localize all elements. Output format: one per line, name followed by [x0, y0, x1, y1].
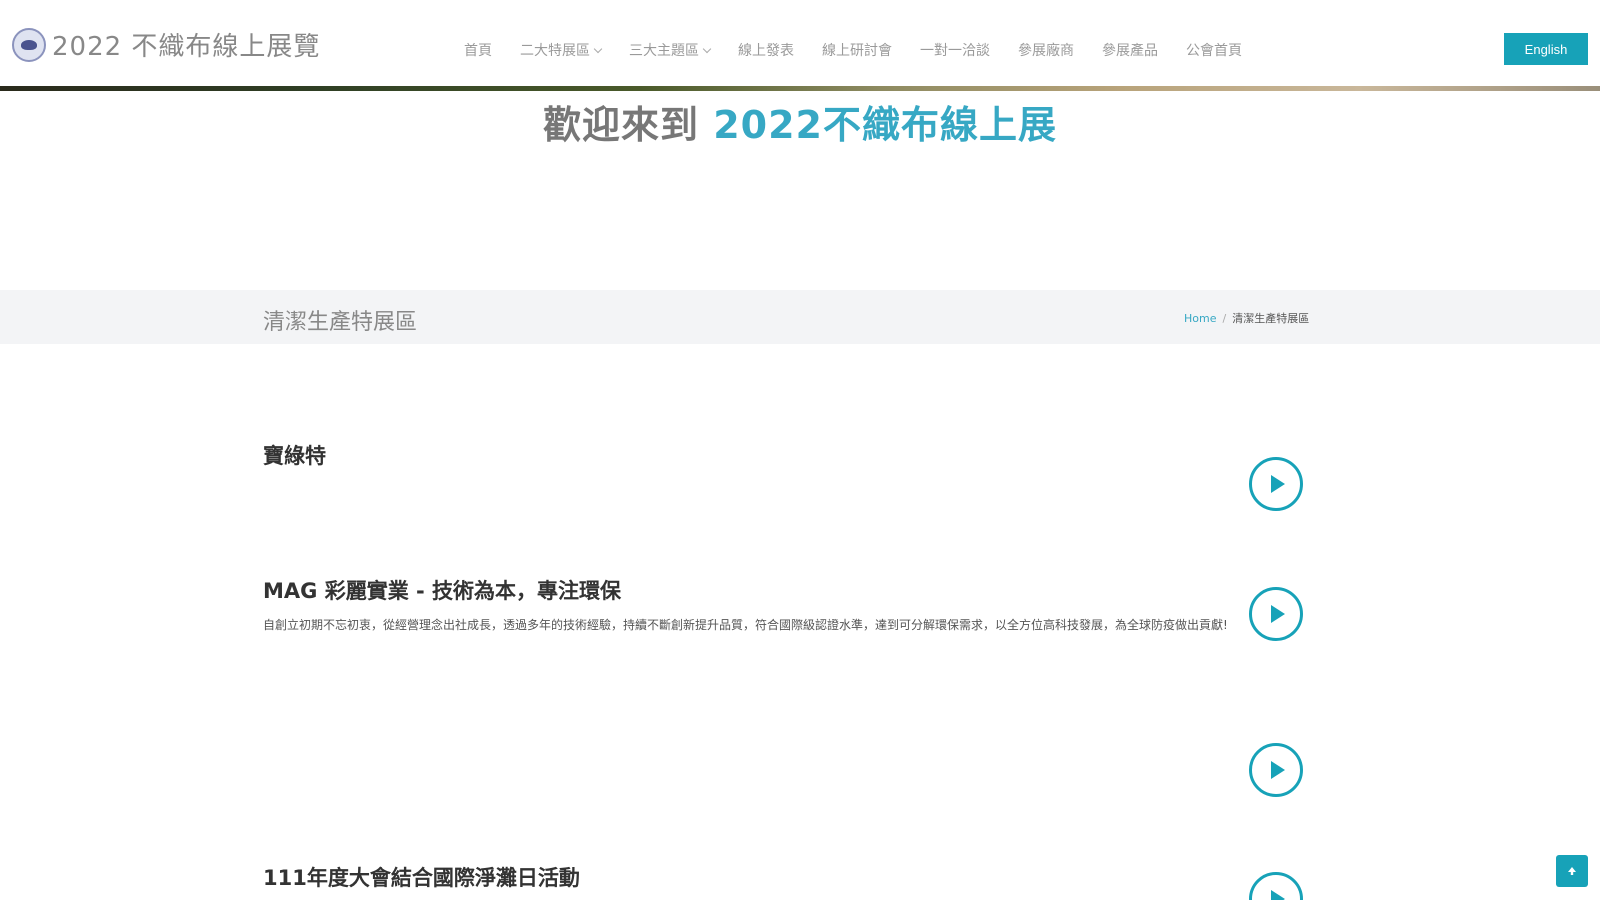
- site-title: 2022 不織布線上展覽: [52, 32, 321, 62]
- english-language-button[interactable]: English: [1504, 33, 1588, 65]
- nav-label: 公會首頁: [1186, 43, 1242, 59]
- site-logo[interactable]: 2022 不織布線上展覽: [12, 26, 320, 63]
- nav-label: 二大特展區: [520, 43, 590, 59]
- breadcrumb-separator: /: [1222, 311, 1227, 325]
- nav-item-home[interactable]: 首頁: [464, 40, 492, 60]
- nav-label: 首頁: [464, 43, 492, 59]
- welcome-heading: 歡迎來到 2022不織布線上展: [0, 94, 1600, 149]
- item-title[interactable]: MAG 彩麗實業 - 技術為本，專注環保: [263, 575, 1303, 605]
- item-title[interactable]: 111年度大會結合國際淨灘日活動: [263, 862, 1303, 892]
- arrow-up-icon: [1568, 867, 1576, 875]
- welcome-prefix: 歡迎來到: [543, 103, 714, 147]
- play-circle-icon: [1271, 605, 1285, 623]
- nav-label: 線上發表: [738, 43, 794, 59]
- header-banner-strip: [0, 86, 1600, 91]
- play-circle-icon: [1271, 475, 1285, 493]
- play-button[interactable]: [1249, 743, 1303, 797]
- site-header: 2022 不織布線上展覽 首頁 二大特展區 三大主題區 線上發表 線上研討會 一…: [0, 0, 1600, 86]
- breadcrumb-home-link[interactable]: Home: [1184, 312, 1216, 325]
- chevron-down-icon: [593, 44, 603, 53]
- list-item: 寶綠特: [263, 440, 1303, 470]
- nav-label: 參展產品: [1102, 43, 1158, 59]
- nav-label: 參展廠商: [1018, 43, 1074, 59]
- item-title[interactable]: 寶綠特: [263, 440, 1303, 470]
- list-item: 111年度大會結合國際淨灘日活動: [263, 862, 1303, 892]
- item-description: 自創立初期不忘初衷，從經營理念出社成長，透過多年的技術經驗，持續不斷創新提升品質…: [263, 618, 1228, 632]
- nav-item-exhibitors[interactable]: 參展廠商: [1018, 40, 1074, 60]
- section-title-band: 清潔生產特展區 Home / 清潔生產特展區: [0, 290, 1600, 344]
- breadcrumb-current: 清潔生產特展區: [1232, 312, 1310, 325]
- nav-label: 一對一洽談: [920, 43, 990, 59]
- list-item: MAG 彩麗實業 - 技術為本，專注環保 自創立初期不忘初衷，從經營理念出社成長…: [263, 575, 1303, 637]
- nav-item-online-seminar[interactable]: 線上研討會: [822, 40, 892, 60]
- nav-item-online-launch[interactable]: 線上發表: [738, 40, 794, 60]
- nav-item-association-home[interactable]: 公會首頁: [1186, 40, 1242, 60]
- play-circle-icon: [1271, 890, 1285, 900]
- play-button[interactable]: [1249, 457, 1303, 511]
- welcome-highlight: 2022不織布線上展: [713, 103, 1057, 147]
- chevron-down-icon: [702, 44, 712, 53]
- back-to-top-button[interactable]: [1556, 855, 1588, 887]
- section-title: 清潔生產特展區: [263, 310, 418, 335]
- nav-item-one-on-one[interactable]: 一對一洽談: [920, 40, 990, 60]
- nav-item-theme-zones[interactable]: 三大主題區: [629, 40, 712, 60]
- nav-label: 線上研討會: [822, 43, 892, 59]
- association-logo-icon: [12, 27, 46, 62]
- nav-label: 三大主題區: [629, 43, 699, 59]
- nav-item-products[interactable]: 參展產品: [1102, 40, 1158, 60]
- nav-item-special-zones[interactable]: 二大特展區: [520, 40, 603, 60]
- play-circle-icon: [1271, 761, 1285, 779]
- play-button[interactable]: [1249, 587, 1303, 641]
- main-nav: 首頁 二大特展區 三大主題區 線上發表 線上研討會 一對一洽談 參展廠商 參展產…: [464, 40, 1270, 60]
- breadcrumb: Home / 清潔生產特展區: [1184, 310, 1309, 326]
